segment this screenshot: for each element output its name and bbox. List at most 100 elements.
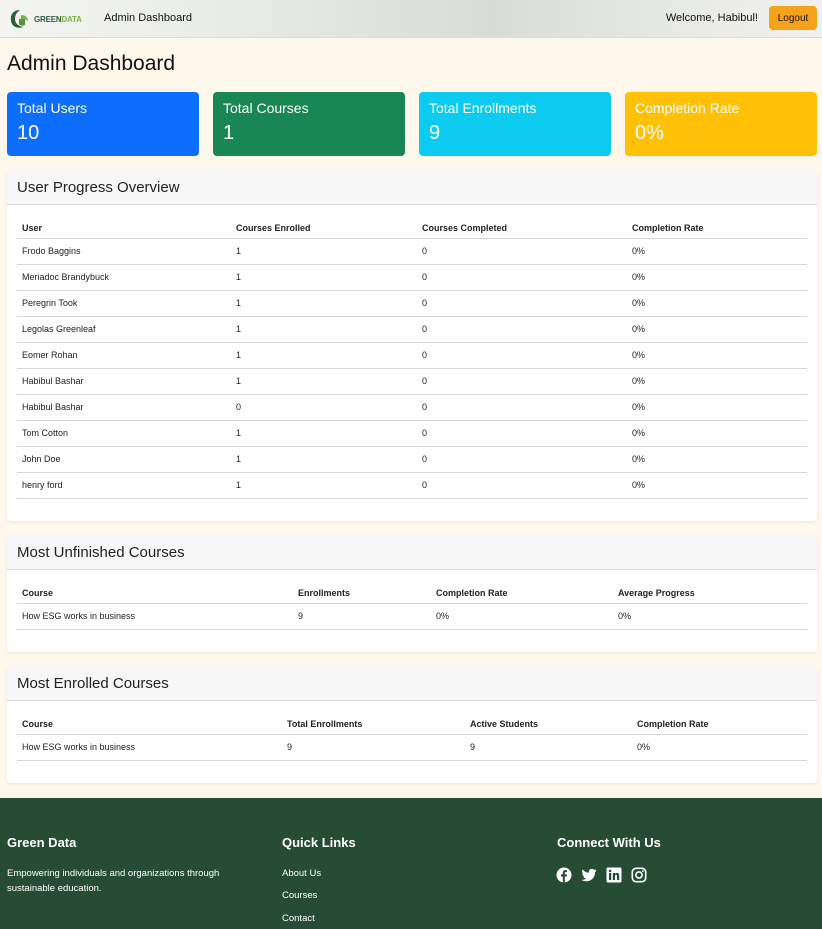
column-header: Average Progress <box>613 580 807 604</box>
cell-enrolled: 1 <box>231 368 417 395</box>
user-progress-table: User Courses Enrolled Courses Completed … <box>17 215 807 499</box>
cell-completion-rate: 0% <box>632 734 807 761</box>
navbar: GREENDATA Admin Dashboard Welcome, Habib… <box>0 0 822 38</box>
user-progress-panel: User Progress Overview User Courses Enro… <box>7 170 817 521</box>
cell-completed: 0 <box>417 472 627 499</box>
cell-user: Tom Cotton <box>17 420 231 447</box>
table-header-row: Course Enrollments Completion Rate Avera… <box>17 580 807 604</box>
cell-rate: 0% <box>627 472 807 499</box>
unfinished-courses-table: Course Enrollments Completion Rate Avera… <box>17 580 807 630</box>
twitter-icon[interactable] <box>581 867 597 883</box>
stat-value: 1 <box>223 122 235 144</box>
linkedin-icon[interactable] <box>606 867 622 883</box>
welcome-message: Welcome, Habibul! <box>665 12 758 24</box>
cell-user: henry ford <box>17 472 231 499</box>
instagram-icon[interactable] <box>631 867 647 883</box>
stat-card-total-users: Total Users 10 <box>7 92 199 156</box>
cell-rate: 0% <box>627 394 807 421</box>
stat-value: 10 <box>17 122 40 144</box>
stat-card-total-courses: Total Courses 1 <box>213 92 405 156</box>
cell-course: How ESG works in business <box>17 734 282 761</box>
cell-completed: 0 <box>417 368 627 395</box>
table-row: Peregrin Took 1 0 0% <box>17 290 807 317</box>
footer-link-contact[interactable]: Contact <box>282 913 315 924</box>
cell-enrolled: 1 <box>231 342 417 369</box>
cell-rate: 0% <box>627 316 807 343</box>
cell-average-progress: 0% <box>613 603 807 630</box>
stat-label: Total Enrollments <box>429 100 537 116</box>
stat-label: Total Courses <box>223 100 309 116</box>
table-header-row: Course Total Enrollments Active Students… <box>17 711 807 735</box>
cell-completion-rate: 0% <box>431 603 613 630</box>
table-header-row: User Courses Enrolled Courses Completed … <box>17 215 807 239</box>
cell-user: Habibul Bashar <box>17 368 231 395</box>
cell-completed: 0 <box>417 238 627 265</box>
table-row: John Doe 1 0 0% <box>17 446 807 473</box>
cell-enrolled: 1 <box>231 264 417 291</box>
column-header: User <box>17 215 231 239</box>
brand-logo-link[interactable]: GREENDATA <box>8 6 82 32</box>
column-header: Completion Rate <box>627 215 807 239</box>
stat-value: 9 <box>429 122 441 144</box>
cell-enrolled: 0 <box>231 394 417 421</box>
cell-rate: 0% <box>627 368 807 395</box>
cell-user: Peregrin Took <box>17 290 231 317</box>
cell-enrolled: 1 <box>231 446 417 473</box>
stat-card-completion-rate: Completion Rate 0% <box>625 92 817 156</box>
table-row: How ESG works in business 9 9 0% <box>17 734 807 761</box>
cell-rate: 0% <box>627 290 807 317</box>
cell-user: John Doe <box>17 446 231 473</box>
nav-link-admin-dashboard[interactable]: Admin Dashboard <box>104 12 192 24</box>
cell-user: Frodo Baggins <box>17 238 231 265</box>
cell-rate: 0% <box>627 342 807 369</box>
cell-active-students: 9 <box>465 734 632 761</box>
cell-user: Habibul Bashar <box>17 394 231 421</box>
cell-enrolled: 1 <box>231 316 417 343</box>
panel-title: User Progress Overview <box>7 170 817 205</box>
footer-link-about-us[interactable]: About Us <box>282 868 321 879</box>
stat-value: 0% <box>635 122 664 144</box>
table-row: Habibul Bashar 1 0 0% <box>17 368 807 395</box>
enrolled-courses-panel: Most Enrolled Courses Course Total Enrol… <box>7 666 817 783</box>
table-row: Eomer Rohan 1 0 0% <box>17 342 807 369</box>
table-row: How ESG works in business 9 0% 0% <box>17 603 807 630</box>
column-header: Course <box>17 580 293 604</box>
column-header: Completion Rate <box>431 580 613 604</box>
footer-link-courses[interactable]: Courses <box>282 890 317 901</box>
facebook-icon[interactable] <box>556 867 572 883</box>
brand-name: GREENDATA <box>34 14 82 24</box>
column-header: Course <box>17 711 282 735</box>
table-row: Habibul Bashar 0 0 0% <box>17 394 807 421</box>
logout-button[interactable]: Logout <box>769 6 817 30</box>
cell-completed: 0 <box>417 420 627 447</box>
table-row: henry ford 1 0 0% <box>17 472 807 499</box>
footer-about-title: Green Data <box>7 835 77 850</box>
cell-enrolled: 1 <box>231 238 417 265</box>
cell-completed: 0 <box>417 342 627 369</box>
cell-completed: 0 <box>417 394 627 421</box>
column-header: Total Enrollments <box>282 711 465 735</box>
cell-completed: 0 <box>417 316 627 343</box>
table-row: Tom Cotton 1 0 0% <box>17 420 807 447</box>
footer: Green Data Empowering individuals and or… <box>0 798 822 929</box>
column-header: Courses Enrolled <box>231 215 417 239</box>
stat-label: Completion Rate <box>635 100 740 116</box>
cell-completed: 0 <box>417 446 627 473</box>
cell-user: Eomer Rohan <box>17 342 231 369</box>
cell-completed: 0 <box>417 290 627 317</box>
unfinished-courses-panel: Most Unfinished Courses Course Enrollmen… <box>7 535 817 652</box>
cell-rate: 0% <box>627 420 807 447</box>
footer-links-title: Quick Links <box>282 835 356 850</box>
column-header: Completion Rate <box>632 711 807 735</box>
footer-about-text: Empowering individuals and organizations… <box>7 868 220 894</box>
page-title: Admin Dashboard <box>7 52 176 75</box>
stat-label: Total Users <box>17 100 88 116</box>
cell-enrolled: 1 <box>231 420 417 447</box>
column-header: Enrollments <box>293 580 431 604</box>
table-row: Frodo Baggins 1 0 0% <box>17 238 807 265</box>
table-row: Legolas Greenleaf 1 0 0% <box>17 316 807 343</box>
panel-title: Most Unfinished Courses <box>7 535 817 570</box>
cell-rate: 0% <box>627 446 807 473</box>
column-header: Active Students <box>465 711 632 735</box>
cell-course: How ESG works in business <box>17 603 293 630</box>
